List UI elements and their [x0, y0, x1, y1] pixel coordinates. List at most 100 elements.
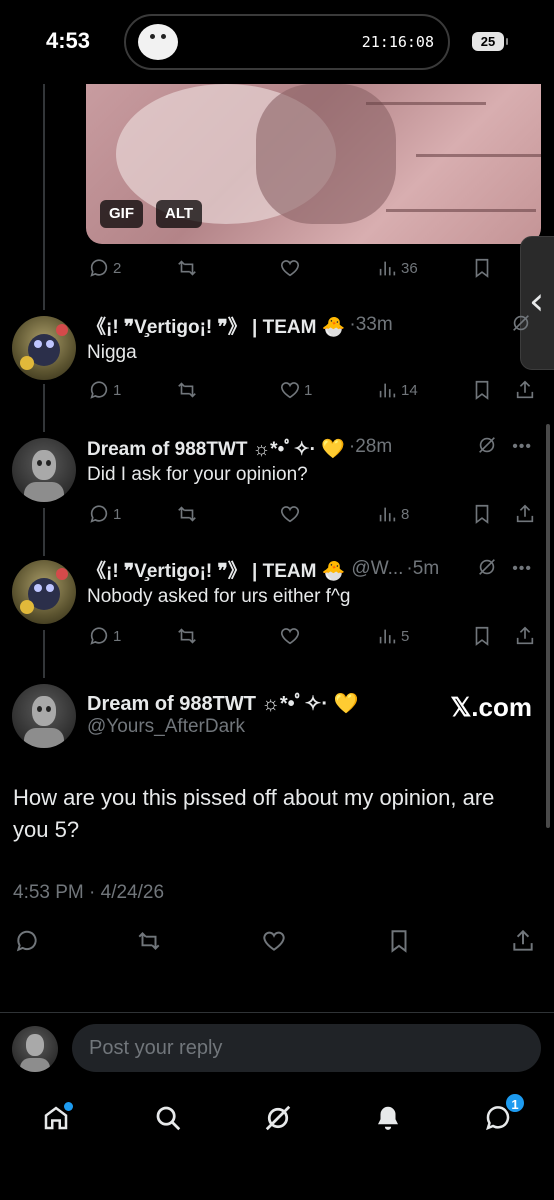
reply-button[interactable]: 1: [88, 624, 121, 648]
author-name[interactable]: Dream of 988TWT ☼*•ﾟ✧· 💛: [87, 687, 358, 716]
bookmark-button[interactable]: [471, 502, 493, 526]
grok-icon[interactable]: [510, 312, 532, 339]
author-name[interactable]: 《¡! ❞V̧ertigo¡! ❞》 | TEAM 🐣: [87, 312, 345, 339]
gif-badge[interactable]: GIF: [100, 200, 143, 228]
repost-button[interactable]: [176, 256, 198, 280]
reply-button[interactable]: 1: [88, 378, 121, 402]
views-button[interactable]: 8: [376, 502, 409, 526]
share-button[interactable]: [514, 624, 536, 648]
dynamic-island[interactable]: 21:16:08: [124, 14, 450, 70]
views-button[interactable]: 14: [376, 378, 418, 402]
grok-icon[interactable]: [476, 434, 498, 461]
main-action-row: [0, 928, 554, 956]
heart-icon: [280, 382, 300, 399]
reply-icon: [16, 930, 37, 952]
heart-icon: [280, 260, 300, 277]
tweet-text: Nigga: [87, 342, 137, 363]
share-icon: [513, 929, 533, 951]
avatar[interactable]: [12, 316, 76, 380]
tab-grok[interactable]: [260, 1100, 296, 1136]
avatar[interactable]: [12, 684, 76, 748]
search-icon: [156, 1106, 181, 1131]
like-button[interactable]: [279, 502, 301, 526]
views-icon: [379, 629, 396, 644]
repost-icon: [178, 382, 196, 398]
bookmark-button[interactable]: [386, 928, 412, 959]
home-unread-dot: [64, 1102, 73, 1111]
author-handle[interactable]: @Yours_AfterDark: [87, 716, 245, 738]
tab-messages[interactable]: 1: [480, 1092, 526, 1136]
share-button[interactable]: [514, 502, 536, 526]
share-icon: [516, 504, 534, 523]
side-panel-handle[interactable]: ‹: [520, 236, 554, 370]
like-button[interactable]: [261, 928, 287, 959]
share-icon: [516, 626, 534, 645]
repost-icon: [178, 628, 196, 644]
reply-input[interactable]: [72, 1024, 541, 1072]
repost-button[interactable]: [136, 928, 162, 959]
like-button[interactable]: [279, 256, 301, 280]
alt-badge[interactable]: ALT: [156, 200, 203, 228]
repost-button[interactable]: [176, 624, 198, 648]
battery-indicator: 25: [472, 32, 508, 51]
like-button[interactable]: [279, 624, 301, 648]
tab-home[interactable]: [38, 1100, 74, 1136]
tab-notifications[interactable]: [370, 1100, 406, 1136]
share-button[interactable]: [514, 378, 536, 402]
my-avatar[interactable]: [12, 1026, 58, 1072]
author-name[interactable]: Dream of 988TWT ☼*•ﾟ✧· 💛: [87, 434, 345, 461]
status-clock: 4:53: [46, 28, 91, 53]
avatar[interactable]: [12, 438, 76, 502]
tweet-text: Nobody asked for urs either f^g: [87, 586, 351, 607]
x-watermark: 𝕏.com: [450, 692, 532, 722]
grok-icon[interactable]: [476, 556, 498, 583]
avatar[interactable]: [12, 560, 76, 624]
reply-button[interactable]: 2: [88, 256, 121, 280]
heart-icon: [280, 628, 300, 645]
reply-button[interactable]: 1: [88, 502, 121, 526]
more-icon[interactable]: •••: [512, 438, 532, 456]
bookmark-button[interactable]: [471, 256, 493, 280]
tweet-text: Did I ask for your opinion?: [87, 464, 308, 485]
bookmark-button[interactable]: [471, 624, 493, 648]
repost-button[interactable]: [176, 378, 198, 402]
views-icon: [379, 261, 396, 276]
tweet-time: ·5m: [406, 558, 440, 579]
bell-icon: [378, 1106, 398, 1130]
heart-icon: [280, 506, 300, 523]
share-button[interactable]: [510, 928, 536, 959]
bear-icon: [138, 24, 178, 60]
like-button[interactable]: 1: [279, 378, 312, 402]
bookmark-icon: [475, 258, 489, 278]
tweet-time: ·28m: [348, 436, 393, 457]
bookmark-button[interactable]: [471, 378, 493, 402]
repost-button[interactable]: [176, 502, 198, 526]
tab-search[interactable]: [150, 1100, 186, 1136]
reply-button[interactable]: [14, 928, 40, 959]
action-row: 1 8: [0, 502, 554, 526]
tweet-timestamp[interactable]: 4:53 PM · 4/24/26: [13, 882, 164, 904]
action-row: 1 1 14: [0, 378, 554, 402]
reply-composer[interactable]: [72, 1024, 541, 1072]
views-icon: [379, 507, 396, 522]
action-row: 1 5: [0, 624, 554, 648]
views-button[interactable]: 5: [376, 624, 409, 648]
share-icon: [516, 380, 534, 399]
author-name[interactable]: 《¡! ❞V̧ertigo¡! ❞》 | TEAM 🐣: [87, 556, 345, 583]
repost-icon: [178, 506, 196, 522]
status-bar: 4:53 21:16:08 25: [0, 0, 554, 84]
repost-icon: [138, 932, 160, 950]
gif-media[interactable]: GIF ALT: [86, 84, 541, 244]
more-icon[interactable]: •••: [512, 560, 532, 578]
tweet-text: How are you this pissed off about my opi…: [13, 785, 495, 842]
action-row: 2 36: [0, 256, 554, 280]
reply-icon: [90, 505, 108, 523]
bookmark-icon: [475, 504, 489, 524]
heart-icon: [263, 931, 285, 951]
author-handle[interactable]: @W...: [351, 558, 403, 580]
repost-icon: [178, 260, 196, 276]
reply-icon: [90, 259, 108, 277]
reply-icon: [90, 627, 108, 645]
views-button[interactable]: 36: [376, 256, 418, 280]
bookmark-icon: [391, 930, 407, 953]
